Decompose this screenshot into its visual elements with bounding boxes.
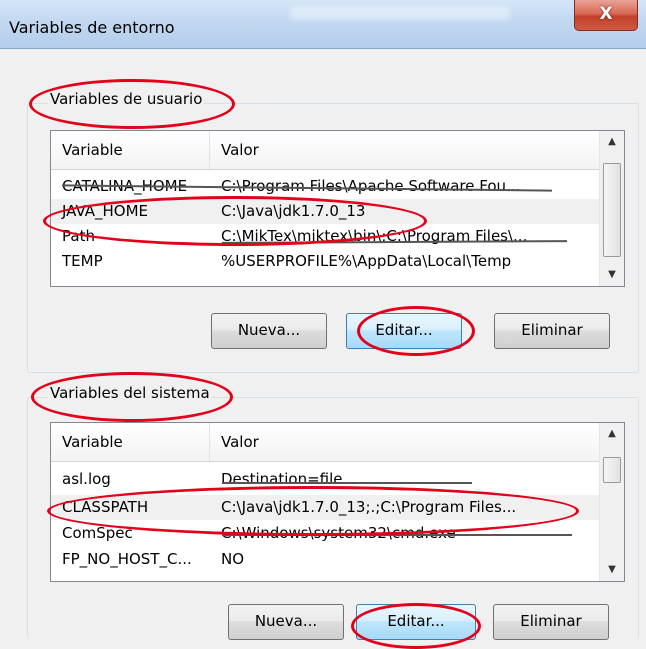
variable-name: CATALINA_HOME — [62, 177, 188, 195]
scroll-up-icon[interactable]: ▲ — [600, 131, 624, 153]
user-variables-list[interactable]: Variable Valor CATALINA_HOME C:\Program … — [50, 130, 625, 287]
variable-name: TEMP — [62, 252, 103, 270]
system-delete-button[interactable]: Eliminar — [493, 604, 609, 640]
system-variables-list[interactable]: Variable Valor asl.log Destination=file … — [50, 422, 625, 582]
vertical-scrollbar[interactable]: ▲ ▼ — [599, 423, 624, 581]
column-header-variable[interactable]: Variable — [62, 433, 123, 451]
list-item[interactable]: CLASSPATH C:\Java\jdk1.7.0_13;.;C:\Progr… — [51, 495, 599, 520]
title-bar: Variables de entorno X — [0, 0, 646, 49]
user-new-button[interactable]: Nueva... — [211, 313, 327, 349]
title-bar-blur — [290, 6, 510, 20]
list-header: Variable Valor — [51, 131, 599, 170]
window-title: Variables de entorno — [9, 18, 175, 37]
user-variables-group: Variables de usuario Variable Valor CATA… — [27, 90, 639, 373]
list-item[interactable]: asl.log Destination=file — [51, 467, 599, 492]
system-edit-button[interactable]: Editar... — [356, 604, 476, 640]
column-header-variable[interactable]: Variable — [62, 141, 123, 159]
list-item[interactable]: FP_NO_HOST_C... NO — [51, 547, 599, 572]
variable-value: C:\Java\jdk1.7.0_13;.;C:\Program Files..… — [221, 498, 517, 516]
variable-value: C:\Program Files\Apache Software Fou... — [221, 177, 521, 195]
list-header: Variable Valor — [51, 423, 599, 462]
column-separator[interactable] — [209, 131, 210, 169]
variable-value: %USERPROFILE%\AppData\Local\Temp — [221, 252, 512, 270]
variable-name: JAVA_HOME — [62, 202, 149, 220]
close-button[interactable]: X — [574, 0, 638, 31]
list-item[interactable]: TEMP %USERPROFILE%\AppData\Local\Temp — [51, 249, 599, 274]
user-variables-legend: Variables de usuario — [48, 90, 205, 108]
scroll-thumb[interactable] — [603, 457, 621, 483]
system-new-button[interactable]: Nueva... — [228, 604, 344, 640]
column-separator[interactable] — [209, 423, 210, 461]
system-variables-legend: Variables del sistema — [48, 384, 212, 402]
variable-value: C:\Java\jdk1.7.0_13 — [221, 202, 366, 220]
list-item[interactable]: JAVA_HOME C:\Java\jdk1.7.0_13 — [51, 199, 599, 224]
scroll-down-icon[interactable]: ▼ — [600, 559, 624, 581]
variable-name: asl.log — [62, 470, 111, 488]
variable-name: CLASSPATH — [62, 498, 149, 516]
variable-value: C:\MikTex\miktex\bin\;C:\Program Files\.… — [221, 227, 528, 245]
variable-name: FP_NO_HOST_C... — [62, 550, 192, 568]
scroll-up-icon[interactable]: ▲ — [600, 423, 624, 445]
column-header-value[interactable]: Valor — [221, 141, 259, 159]
list-item[interactable]: ComSpec C:\Windows\system32\cmd.exe — [51, 521, 599, 546]
variable-name: ComSpec — [62, 524, 133, 542]
variable-value: Destination=file — [221, 470, 343, 488]
list-item[interactable]: CATALINA_HOME C:\Program Files\Apache So… — [51, 174, 599, 199]
variable-value: C:\Windows\system32\cmd.exe — [221, 524, 456, 542]
vertical-scrollbar[interactable]: ▲ ▼ — [599, 131, 624, 286]
user-delete-button[interactable]: Eliminar — [494, 313, 610, 349]
variable-name: Path — [62, 227, 95, 245]
system-variables-group: Variables del sistema Variable Valor asl… — [27, 384, 639, 640]
list-item[interactable]: Path C:\MikTex\miktex\bin\;C:\Program Fi… — [51, 224, 599, 249]
variable-value: NO — [221, 550, 245, 568]
user-edit-button[interactable]: Editar... — [346, 313, 462, 349]
scroll-down-icon[interactable]: ▼ — [600, 264, 624, 286]
column-header-value[interactable]: Valor — [221, 433, 259, 451]
scroll-thumb[interactable] — [603, 163, 621, 257]
